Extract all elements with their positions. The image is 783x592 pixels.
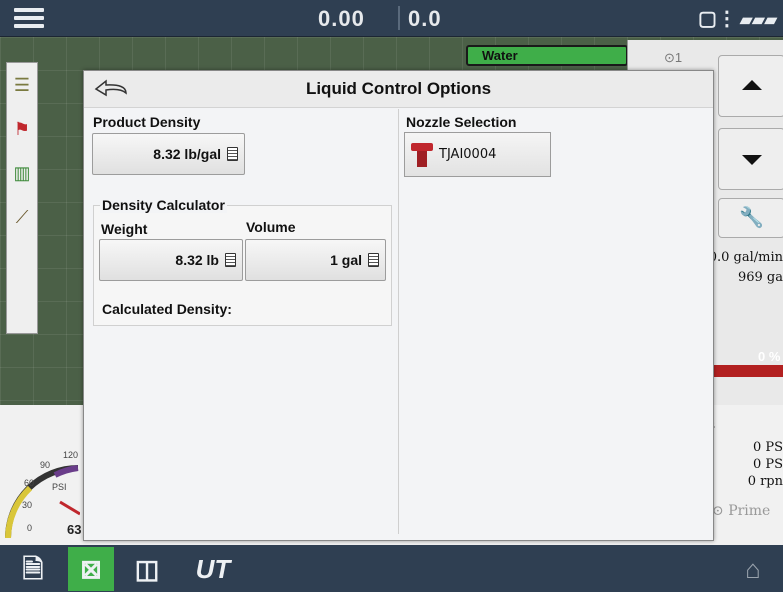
gauge-tick: 90: [40, 460, 51, 470]
gauge-tick: 0: [27, 523, 33, 533]
gauge-unit: PSI: [52, 482, 67, 492]
pressure-gauge: 90 120 60 30 0 PSI 63: [0, 430, 82, 545]
nozzle-select-button[interactable]: TJAI0004: [404, 132, 551, 177]
section-indicator: ⊙1: [664, 50, 683, 65]
arrow-down-icon: [741, 155, 762, 165]
map-nav-icon[interactable]: ⊠: [68, 547, 114, 591]
flag-icon[interactable]: ⚑: [9, 119, 35, 145]
product-tab-water[interactable]: Water: [466, 45, 628, 66]
weight-value: 8.32 lb: [175, 252, 219, 268]
top-bar: 0.00 0.0 ▢⋮ ▰▰▰: [0, 0, 783, 37]
chart-icon[interactable]: ▥: [9, 163, 35, 189]
calculated-density-label: Calculated Density:: [102, 301, 232, 317]
pressure-readout-2: 0 PS: [752, 457, 783, 472]
pressure-readout-1: 0 PS: [752, 440, 783, 455]
hamburger-icon[interactable]: [14, 8, 44, 30]
product-density-field[interactable]: 8.32 lb/gal: [92, 133, 245, 175]
rpm-readout: 0 rpn: [747, 474, 783, 489]
weight-label: Weight: [101, 221, 148, 237]
guidance-icon[interactable]: ⟋: [9, 207, 35, 233]
top-value-left: 0.00: [318, 6, 365, 31]
calculator-icon: [227, 147, 238, 161]
gauge-value: 63: [67, 522, 82, 537]
nozzle-name: TJAI0004: [439, 147, 497, 162]
density-calculator-label: Density Calculator: [100, 197, 227, 213]
calculator-icon: [225, 253, 236, 267]
dialog-title: Liquid Control Options: [305, 79, 492, 98]
left-toolbar: ☰ ⚑ ▥ ⟋: [6, 62, 38, 334]
gauge-tick: 60: [24, 478, 35, 488]
grain-bin-icon[interactable]: ⌂: [730, 547, 776, 591]
product-density-value: 8.32 lb/gal: [153, 146, 221, 162]
rate-down-button[interactable]: [718, 128, 783, 190]
nozzle-icon: [411, 142, 433, 167]
arrow-up-icon: [741, 80, 762, 90]
liquid-control-options-dialog: Liquid Control Options Product Density 8…: [83, 70, 714, 541]
dialog-header: Liquid Control Options: [84, 71, 713, 108]
wrench-icon[interactable]: 🔧: [718, 198, 783, 238]
prime-button[interactable]: ⊙ Prime: [712, 503, 770, 519]
volume-field[interactable]: 1 gal: [245, 239, 386, 281]
column-divider: [398, 109, 399, 534]
nozzle-selection-label: Nozzle Selection: [406, 114, 517, 130]
level-percent: 0 %: [758, 349, 781, 364]
product-density-label: Product Density: [93, 114, 201, 130]
gauge-tick: 30: [22, 500, 33, 510]
volume-readout: 969 ga: [737, 270, 783, 285]
top-value-right: 0.0: [408, 6, 442, 31]
display-config-icon[interactable]: ▢⋮: [698, 6, 737, 31]
split-view-icon[interactable]: ◫: [124, 547, 170, 591]
rate-readout: 0.0 gal/min: [708, 250, 783, 265]
document-icon[interactable]: 🗎: [10, 547, 56, 591]
universal-terminal-button[interactable]: UT: [190, 547, 236, 591]
prime-label: Prime: [728, 503, 771, 519]
calculator-icon: [368, 253, 379, 267]
signal-icon[interactable]: ▰▰▰: [740, 10, 777, 30]
legend-icon[interactable]: ☰: [9, 75, 35, 101]
weight-field[interactable]: 8.32 lb: [99, 239, 243, 281]
bottom-bar: 🗎 ⊠ ◫ UT ⌂: [0, 545, 783, 592]
rate-up-button[interactable]: [718, 55, 783, 117]
volume-value: 1 gal: [330, 252, 362, 268]
level-bar: [710, 365, 783, 377]
gauge-tick: 120: [63, 450, 79, 460]
volume-label: Volume: [246, 219, 296, 235]
top-divider: [398, 6, 400, 30]
